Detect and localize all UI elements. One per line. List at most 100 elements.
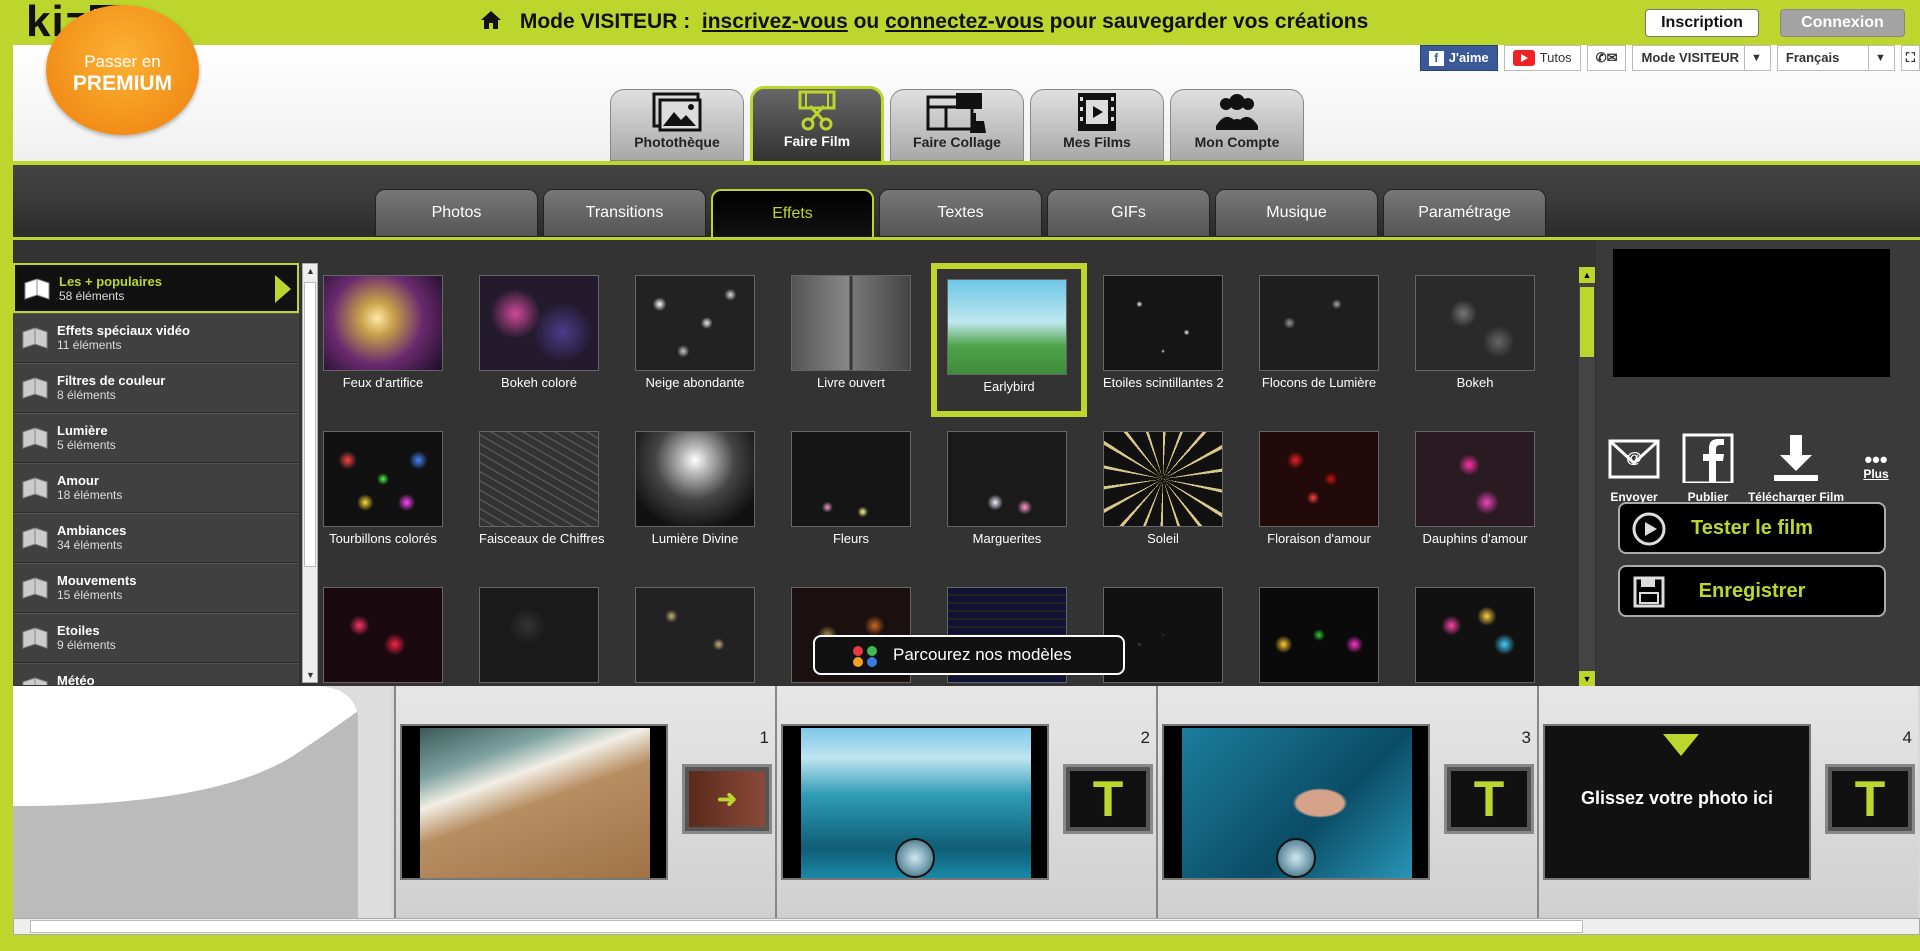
effect-item[interactable]: Lumière Divine — [635, 431, 755, 546]
scroll-thumb[interactable] — [30, 920, 1583, 933]
premium-badge[interactable]: Passer en PREMIUM — [46, 5, 199, 135]
connect-link[interactable]: connectez-vous — [885, 10, 1044, 33]
tab-phototheque[interactable]: Photothèque — [610, 89, 744, 161]
fullscreen-button[interactable]: ⛶ — [1900, 45, 1920, 71]
book-icon — [22, 477, 48, 499]
text-t-icon: T — [1451, 771, 1527, 827]
effect-item[interactable]: Neige abondante — [635, 275, 755, 390]
subtab-paramtrage[interactable]: Paramétrage — [1383, 189, 1546, 237]
subtab-textes[interactable]: Textes — [879, 189, 1042, 237]
category-item[interactable]: Amour 18 éléments — [13, 463, 299, 513]
save-button[interactable]: Enregistrer — [1618, 565, 1886, 617]
category-item[interactable]: Ambiances 34 éléments — [13, 513, 299, 563]
timeline-slot[interactable]: T3 — [1156, 686, 1537, 918]
scroll-up-icon[interactable]: ▲ — [1579, 267, 1595, 283]
effect-item[interactable]: Bokeh — [1415, 275, 1535, 390]
premium-line1: Passer en — [84, 52, 161, 71]
scroll-up-icon[interactable]: ▲ — [306, 266, 315, 276]
home-icon[interactable] — [480, 10, 502, 30]
effect-label: Earlybird — [983, 379, 1035, 394]
arrow-right-icon: ➜ — [689, 771, 765, 827]
subtab-effets[interactable]: Effets — [711, 189, 874, 237]
timeline-slot[interactable]: T2 — [775, 686, 1156, 918]
photo-drop-zone[interactable]: Glissez votre photo ici — [1543, 724, 1811, 880]
facebook-like-button[interactable]: f J'aime — [1419, 45, 1498, 71]
subtab-musique[interactable]: Musique — [1215, 189, 1378, 237]
tutos-button[interactable]: Tutos — [1503, 45, 1581, 71]
tab-mon-compte[interactable]: Mon Compte — [1170, 89, 1304, 161]
effect-item[interactable]: Feux d'artifice — [323, 275, 443, 390]
register-link[interactable]: inscrivez-vous — [702, 10, 848, 33]
tab-label: Faire Collage — [913, 134, 1001, 150]
timeline-slot[interactable]: Glissez votre photo ici T 4 — [1537, 686, 1918, 918]
or-word: ou — [853, 10, 880, 33]
timeline-photo[interactable] — [1162, 724, 1430, 880]
effect-item[interactable] — [1259, 587, 1379, 683]
test-film-button[interactable]: Tester le film — [1618, 502, 1886, 554]
effect-item[interactable]: Flocons de Lumière — [1259, 275, 1379, 390]
timeline-photo[interactable] — [781, 724, 1049, 880]
mode-dropdown[interactable]: Mode VISITEUR ▼ — [1632, 45, 1771, 71]
subtab-photos[interactable]: Photos — [375, 189, 538, 237]
tab-faire-collage[interactable]: Faire Collage — [890, 89, 1024, 161]
effect-item[interactable] — [323, 587, 443, 683]
scroll-thumb[interactable] — [1580, 287, 1594, 357]
inscription-button[interactable]: Inscription — [1645, 9, 1759, 37]
category-item[interactable]: Météo — [13, 663, 299, 685]
category-scrollbar[interactable]: ▲ ▼ — [302, 263, 318, 683]
mode-label: Mode VISITEUR : — [519, 10, 691, 33]
facebook-icon — [1682, 433, 1734, 485]
category-item[interactable]: Etoiles 9 éléments — [13, 613, 299, 663]
tab-mes-films[interactable]: Mes Films — [1030, 89, 1164, 161]
category-item[interactable]: Mouvements 15 éléments — [13, 563, 299, 613]
timeline-scrollbar[interactable] — [13, 918, 1920, 935]
category-name: Les + populaires — [59, 274, 162, 289]
effects-scrollbar[interactable]: ▲ ▼ — [1579, 267, 1595, 687]
effect-item[interactable]: Etoiles scintillantes 2 — [1103, 275, 1224, 390]
effect-item[interactable]: Tourbillons colorés — [323, 431, 443, 546]
effect-item[interactable]: Bokeh coloré — [479, 275, 599, 390]
send-action[interactable]: @ Envoyer — [1604, 433, 1664, 504]
book-icon — [22, 427, 48, 449]
effect-item[interactable] — [1415, 587, 1535, 683]
category-item[interactable]: Effets spéciaux vidéo 11 éléments — [13, 313, 299, 363]
browse-models-button[interactable]: Parcourez nos modèles — [813, 635, 1125, 675]
effect-thumbnail — [1415, 431, 1535, 527]
transition-thumbnail[interactable]: ➜ — [682, 764, 772, 834]
effect-label: Floraison d'amour — [1267, 531, 1371, 546]
language-dropdown[interactable]: Français ▼ — [1776, 45, 1895, 71]
effect-label: Lumière Divine — [651, 531, 739, 546]
scroll-thumb[interactable] — [304, 282, 316, 567]
category-item[interactable]: Les + populaires 58 éléments — [13, 263, 299, 313]
effect-item[interactable]: Livre ouvert — [791, 275, 911, 390]
category-item[interactable]: Filtres de couleur 8 éléments — [13, 363, 299, 413]
effect-item[interactable]: Fleurs — [791, 431, 911, 546]
effect-item[interactable] — [635, 587, 755, 683]
scroll-down-icon[interactable]: ▼ — [1579, 671, 1595, 687]
text-t-icon: T — [1070, 771, 1146, 827]
download-action[interactable]: Télécharger Film — [1746, 433, 1846, 504]
effect-item[interactable]: Earlybird — [931, 263, 1087, 417]
publish-action[interactable]: Publier — [1678, 433, 1738, 504]
connexion-button[interactable]: Connexion — [1780, 9, 1905, 37]
contact-button[interactable]: ✆✉ — [1586, 45, 1627, 71]
category-item[interactable]: Lumière 5 éléments — [13, 413, 299, 463]
text-thumbnail[interactable]: T — [1444, 764, 1534, 834]
effect-item[interactable]: Soleil — [1103, 431, 1223, 546]
timeline-photo[interactable] — [400, 724, 668, 880]
timeline-slot[interactable]: ➜ 1 — [394, 686, 775, 918]
effect-item[interactable]: Marguerites — [947, 431, 1067, 546]
effect-item[interactable]: Faisceaux de Chiffres — [479, 431, 605, 546]
subtab-gifs[interactable]: GIFs — [1047, 189, 1210, 237]
more-action[interactable]: ••• Plus — [1856, 449, 1896, 482]
text-thumbnail[interactable]: T — [1063, 764, 1153, 834]
scroll-down-icon[interactable]: ▼ — [306, 670, 315, 680]
effect-thumbnail — [1259, 431, 1379, 527]
effect-item[interactable]: Floraison d'amour — [1259, 431, 1379, 546]
subtab-transitions[interactable]: Transitions — [543, 189, 706, 237]
effect-item[interactable]: Dauphins d'amour — [1415, 431, 1535, 546]
effect-item[interactable] — [479, 587, 599, 683]
tab-faire-film[interactable]: Faire Film — [750, 86, 884, 161]
tab-label: Mes Films — [1063, 134, 1131, 150]
text-thumbnail[interactable]: T — [1825, 764, 1915, 834]
